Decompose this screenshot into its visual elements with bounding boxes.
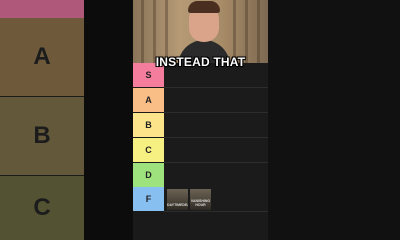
blind-slat	[257, 0, 260, 63]
game-tile[interactable]: VANISHING HOUR	[190, 188, 211, 210]
tier-label-a: A	[133, 88, 164, 112]
background-tier-b: B	[0, 97, 84, 175]
presenter-hair	[188, 1, 220, 13]
tier-label-d: D	[133, 163, 164, 187]
background-tier-s	[0, 0, 84, 18]
tier-drop-zone-f[interactable]: DAYTIMEDEADLY VANISHING HOUR	[164, 187, 268, 212]
blind-slat	[233, 0, 236, 63]
tier-drop-zone-b[interactable]	[164, 113, 268, 138]
tier-drop-zone-c[interactable]	[164, 138, 268, 163]
tier-row-a: A	[133, 88, 268, 113]
tier-row-f: F DAYTIMEDEADLY VANISHING HOUR	[133, 187, 268, 212]
blind-slat	[165, 0, 168, 63]
blind-slat	[141, 0, 144, 63]
unranked-area	[133, 212, 268, 240]
video-caption: INSTEAD THAT	[155, 55, 246, 70]
video-frame: S A B C D F DAYTIMEDEADLY VANISHING HOUR…	[133, 0, 268, 240]
tier-row-d: D	[133, 163, 268, 188]
tier-label-f: F	[133, 187, 164, 211]
background-tier-c: C	[0, 176, 84, 240]
webcam-video	[133, 0, 268, 63]
background-tier-list: A B C	[0, 0, 133, 240]
game-title: VANISHING HOUR	[190, 198, 211, 207]
background-tier-a: A	[0, 18, 84, 96]
tier-label-c: C	[133, 138, 164, 162]
blind-slat	[153, 0, 156, 63]
game-title: DAYTIMEDEADLY	[167, 202, 188, 207]
tier-row-c: C	[133, 138, 268, 163]
tier-drop-zone-d[interactable]	[164, 163, 268, 188]
background-divider	[84, 0, 133, 240]
tier-row-b: B	[133, 113, 268, 138]
tier-label-b: B	[133, 113, 164, 137]
blind-slat	[245, 0, 248, 63]
tier-drop-zone-a[interactable]	[164, 88, 268, 113]
game-tile[interactable]: DAYTIMEDEADLY	[167, 188, 188, 210]
background-right	[268, 0, 400, 240]
